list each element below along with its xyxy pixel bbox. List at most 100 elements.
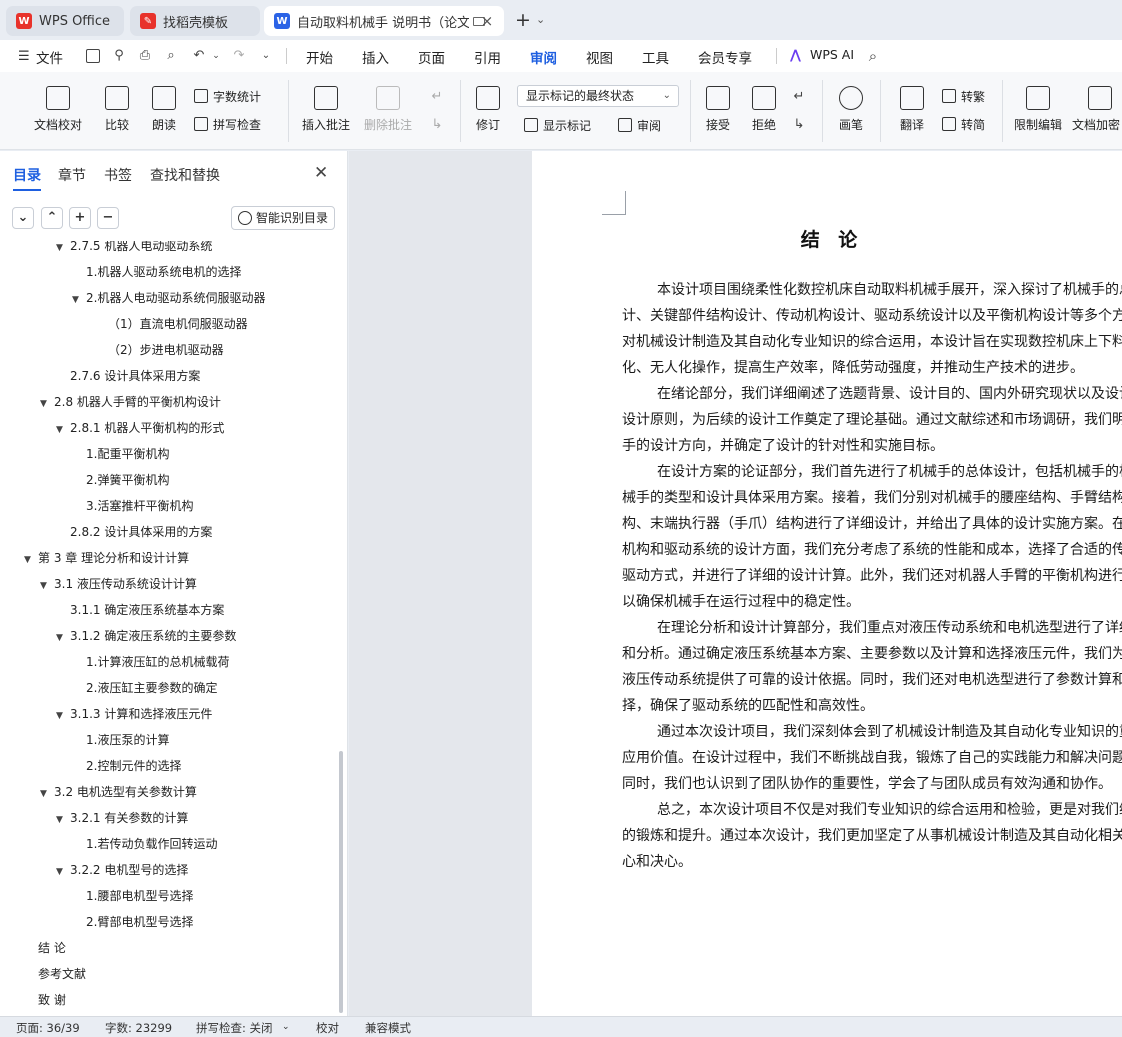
toc-item[interactable]: 2.臂部电机型号选择 bbox=[86, 910, 193, 934]
expand-triangle-icon[interactable]: ▼ bbox=[24, 548, 38, 572]
to-simplified-button[interactable]: 转简 bbox=[942, 114, 985, 134]
next-change-icon[interactable]: ↳ bbox=[792, 118, 806, 132]
expand-triangle-icon[interactable]: ▼ bbox=[40, 392, 54, 416]
toc-item[interactable]: 2.7.6 设计具体采用方案 bbox=[70, 364, 200, 388]
expand-triangle-icon[interactable]: ▼ bbox=[56, 626, 70, 650]
toc-item[interactable]: 2.弹簧平衡机构 bbox=[86, 468, 169, 492]
tab-chapters[interactable]: 章节 bbox=[58, 165, 86, 185]
show-markup-button[interactable]: 显示标记 bbox=[524, 115, 591, 135]
menu-member[interactable]: 会员专享 bbox=[698, 47, 752, 67]
word-count[interactable]: 字数: 23299 bbox=[105, 1020, 172, 1036]
chevron-down-icon[interactable]: ⌄ bbox=[536, 13, 545, 26]
review-pane-button[interactable]: 审阅 bbox=[618, 115, 661, 135]
toc-item[interactable]: ▼ 2.7.5 机器人电动驱动系统 bbox=[56, 241, 212, 258]
read-aloud-button[interactable]: 朗读 bbox=[148, 72, 180, 133]
wps-ai-icon[interactable]: ⋀ bbox=[790, 48, 801, 63]
toc-item[interactable]: 1.配重平衡机构 bbox=[86, 442, 169, 466]
prev-comment-icon[interactable]: ↵ bbox=[430, 90, 444, 104]
tab-bookmarks[interactable]: 书签 bbox=[104, 165, 132, 185]
close-icon[interactable]: × bbox=[478, 12, 496, 30]
tab-find-replace[interactable]: 查找和替换 bbox=[150, 165, 220, 185]
toc-item[interactable]: 致 谢 bbox=[38, 988, 66, 1012]
doc-encrypt-button[interactable]: 文档加密 bbox=[1072, 72, 1122, 133]
toc-item[interactable]: 3.1.1 确定液压系统基本方案 bbox=[70, 598, 224, 622]
toc-item[interactable]: （1）直流电机伺服驱动器 bbox=[108, 312, 248, 336]
smart-toc-button[interactable]: 智能识别目录 bbox=[231, 206, 335, 230]
save-icon[interactable] bbox=[86, 49, 100, 63]
page-count[interactable]: 页面: 36/39 bbox=[16, 1020, 80, 1036]
doc-check-button[interactable]: 文档校对 bbox=[30, 72, 86, 133]
delete-comment-button[interactable]: 删除批注 bbox=[360, 72, 416, 133]
pen-button[interactable]: 画笔 bbox=[834, 72, 868, 133]
new-tab-button[interactable]: + bbox=[512, 10, 534, 32]
add-level-button[interactable]: + bbox=[69, 207, 91, 229]
undo-icon[interactable]: ↶ bbox=[192, 49, 206, 63]
expand-triangle-icon[interactable]: ▼ bbox=[72, 288, 86, 312]
toc-item[interactable]: 结 论 bbox=[38, 936, 66, 960]
search-icon[interactable]: ⌕ bbox=[866, 49, 880, 64]
word-count-button[interactable]: 字数统计 bbox=[194, 86, 261, 106]
menu-file[interactable]: 文件 bbox=[36, 47, 63, 67]
toc-item[interactable]: 1.计算液压缸的总机械载荷 bbox=[86, 650, 229, 674]
insert-comment-button[interactable]: 插入批注 bbox=[300, 72, 352, 133]
print-preview-icon[interactable]: ⌕ bbox=[164, 49, 178, 63]
next-comment-icon[interactable]: ↳ bbox=[430, 118, 444, 132]
toc-item[interactable]: ▼ 3.1.2 确定液压系统的主要参数 bbox=[56, 624, 236, 648]
spell-check-status[interactable]: 拼写检查: 关闭 bbox=[196, 1020, 273, 1036]
menu-wps-ai[interactable]: WPS AI bbox=[810, 47, 854, 62]
chevron-down-icon[interactable]: ⌄ bbox=[209, 49, 223, 63]
toc-item[interactable]: ▼ 3.2 电机选型有关参数计算 bbox=[40, 780, 197, 804]
expand-triangle-icon[interactable]: ▼ bbox=[40, 574, 54, 598]
menu-page[interactable]: 页面 bbox=[418, 47, 445, 67]
menu-start[interactable]: 开始 bbox=[306, 47, 333, 67]
menu-view[interactable]: 视图 bbox=[586, 47, 613, 67]
menu-review[interactable]: 审阅 bbox=[530, 47, 557, 74]
toc-item[interactable]: 1.机器人驱动系统电机的选择 bbox=[86, 260, 241, 284]
reject-button[interactable]: 拒绝 bbox=[746, 72, 782, 133]
collapse-up-button[interactable]: ⌃ bbox=[41, 207, 63, 229]
share-icon[interactable]: ⚲ bbox=[112, 49, 126, 63]
toc-item[interactable]: （2）步进电机驱动器 bbox=[108, 338, 224, 362]
redo-icon[interactable]: ↷ bbox=[232, 49, 246, 63]
expand-triangle-icon[interactable]: ▼ bbox=[56, 241, 70, 260]
menu-reference[interactable]: 引用 bbox=[474, 47, 501, 67]
prev-change-icon[interactable]: ↵ bbox=[792, 90, 806, 104]
remove-level-button[interactable]: − bbox=[97, 207, 119, 229]
toc-item[interactable]: 2.控制元件的选择 bbox=[86, 754, 181, 778]
tab-toc[interactable]: 目录 bbox=[13, 165, 41, 191]
markup-state-select[interactable]: 显示标记的最终状态 ⌄ bbox=[517, 85, 679, 107]
accept-button[interactable]: 接受 bbox=[700, 72, 736, 133]
menu-insert[interactable]: 插入 bbox=[362, 47, 389, 67]
to-traditional-button[interactable]: 转繁 bbox=[942, 86, 985, 106]
toc-item[interactable]: ▼ 第 3 章 理论分析和设计计算 bbox=[24, 546, 189, 570]
tab-document[interactable]: W 自动取料机械手 说明书（论文 × bbox=[264, 6, 504, 36]
toc-item[interactable]: 1.液压泵的计算 bbox=[86, 728, 169, 752]
toc-item[interactable]: ▼ 3.2.2 电机型号的选择 bbox=[56, 858, 188, 882]
toc-item[interactable]: 2.液压缸主要参数的确定 bbox=[86, 676, 217, 700]
chevron-down-icon[interactable]: ⌄ bbox=[282, 1022, 290, 1032]
toc-item[interactable]: ▼ 2.8 机器人手臂的平衡机构设计 bbox=[40, 390, 221, 414]
expand-down-button[interactable]: ⌄ bbox=[12, 207, 34, 229]
compare-button[interactable]: 比较 bbox=[98, 72, 136, 133]
restrict-edit-button[interactable]: 限制编辑 bbox=[1012, 72, 1064, 133]
hamburger-icon[interactable]: ☰ bbox=[18, 49, 30, 64]
proof-status[interactable]: 校对 bbox=[316, 1020, 339, 1036]
translate-button[interactable]: 翻译 bbox=[892, 72, 932, 133]
expand-triangle-icon[interactable]: ▼ bbox=[40, 782, 54, 806]
toc-item[interactable]: ▼ 3.2.1 有关参数的计算 bbox=[56, 806, 188, 830]
print-icon[interactable]: ⎙ bbox=[138, 49, 152, 63]
toc-item[interactable]: 1.若传动负载作回转运动 bbox=[86, 832, 217, 856]
chevron-down-icon[interactable]: ⌄ bbox=[259, 49, 273, 63]
expand-triangle-icon[interactable]: ▼ bbox=[56, 860, 70, 884]
toc-item[interactable]: 1.腰部电机型号选择 bbox=[86, 884, 193, 908]
sidebar-scrollbar[interactable] bbox=[339, 751, 343, 1013]
menu-tools[interactable]: 工具 bbox=[642, 47, 669, 67]
expand-triangle-icon[interactable]: ▼ bbox=[56, 808, 70, 832]
toc-item[interactable]: ▼ 3.1 液压传动系统设计计算 bbox=[40, 572, 197, 596]
tab-wps-office[interactable]: W WPS Office bbox=[6, 6, 124, 36]
toc-item[interactable]: 参考文献 bbox=[38, 962, 86, 986]
toc-item[interactable]: ▼ 2.机器人电动驱动系统伺服驱动器 bbox=[72, 286, 265, 310]
expand-triangle-icon[interactable]: ▼ bbox=[56, 704, 70, 728]
toc-item[interactable]: ▼ 2.8.1 机器人平衡机构的形式 bbox=[56, 416, 224, 440]
revise-button[interactable]: 修订 bbox=[470, 72, 506, 133]
